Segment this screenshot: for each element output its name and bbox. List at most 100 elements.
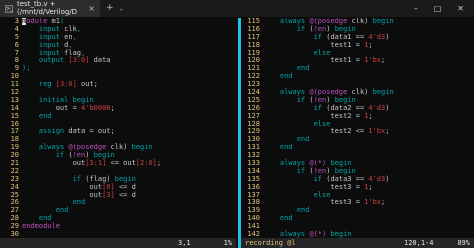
code-token: always — [38, 143, 65, 152]
line-code: end — [263, 143, 293, 152]
tab-dropdown-button[interactable]: ⌄ — [120, 5, 124, 13]
code-token: flag — [59, 48, 82, 57]
minimize-button[interactable]: – — [414, 4, 418, 13]
code-token: if — [296, 95, 306, 104]
code-token: input — [38, 24, 60, 33]
line-code: output [3:0] data — [22, 57, 111, 65]
code-token: end — [296, 135, 310, 144]
line-number: 142 — [247, 230, 260, 238]
close-window-button[interactable]: ✕ — [457, 4, 464, 13]
code-token: end — [296, 64, 310, 73]
code-line[interactable]: 131 end — [241, 143, 474, 152]
code-token: (data3 == — [322, 174, 369, 183]
code-line[interactable]: 29 endmodule — [0, 222, 236, 231]
tab-close-button[interactable]: × — [88, 4, 95, 13]
terminal-tab[interactable]: >_ test_tb.v + (/mnt/d/Verilog/D × — [0, 0, 100, 17]
line-code: ); — [22, 64, 30, 73]
code-token: if — [313, 174, 323, 183]
code-line[interactable]: 17 assign data = out; — [0, 128, 236, 136]
new-tab-button[interactable]: + — [106, 3, 114, 13]
title-bar: >_ test_tb.v + (/mnt/d/Verilog/D × + ⌄ –… — [0, 0, 474, 17]
code-token: begin — [330, 159, 352, 168]
line-code: assign data = out; — [22, 128, 115, 136]
code-token: if — [72, 174, 82, 183]
code-token: assign — [38, 127, 65, 136]
code-token: ; — [381, 198, 386, 207]
code-token: [3] — [102, 190, 115, 199]
code-token: [3:1] — [85, 159, 107, 168]
line-number: 30 — [10, 230, 19, 238]
code-token: input — [38, 48, 60, 57]
code-token: out — [22, 190, 103, 199]
line-code: reg [3:0] out; — [22, 80, 98, 89]
code-token: clk) — [347, 88, 373, 97]
code-token: (data1 == — [322, 32, 369, 41]
code-token: ) — [85, 151, 94, 160]
code-token: if — [313, 103, 323, 112]
code-line[interactable]: 140 end — [241, 214, 474, 223]
code-token: [2:0] — [135, 159, 157, 168]
code-token: 1'bx — [364, 56, 382, 65]
terminal-icon: >_ — [5, 4, 13, 13]
code-token: ( — [305, 24, 314, 33]
code-token: @(*) — [309, 230, 327, 238]
code-line[interactable]: 122 end — [241, 72, 474, 81]
code-token: ) — [326, 166, 335, 175]
left-editor-pane[interactable]: 3 module m1(4 input clk, 5 input en, 6 inpu… — [0, 18, 236, 238]
code-line[interactable]: 21 out[3:1] <= out[2:0]; — [0, 159, 236, 168]
code-token: begin — [131, 143, 153, 152]
code-token: end — [279, 72, 293, 81]
code-line[interactable]: 8 output [3:0] data — [0, 57, 236, 65]
code-token: end — [38, 111, 52, 120]
code-token: test3 = — [263, 198, 365, 207]
code-token: test1 = — [263, 56, 365, 65]
right-editor-pane[interactable]: 115 always @(posedge clk) begin 116 if (!… — [241, 18, 474, 238]
code-token: out — [22, 159, 86, 168]
code-token: !en — [313, 166, 327, 175]
code-token: end — [55, 206, 69, 215]
code-token: ) — [385, 32, 390, 41]
code-token: ; — [381, 56, 386, 65]
code-token: test3 = — [263, 182, 365, 191]
code-token: data = out; — [64, 127, 115, 136]
code-line[interactable]: 15 end — [0, 111, 236, 121]
code-token: !en — [313, 24, 327, 33]
code-token: ; — [156, 159, 162, 168]
code-line[interactable]: 9); — [0, 64, 236, 73]
code-token: !en — [72, 151, 86, 160]
scroll-percent: 89% — [457, 239, 470, 247]
code-token: (flag) — [81, 174, 115, 183]
maximize-button[interactable]: □ — [434, 4, 442, 13]
code-line[interactable]: 11 reg [3:0] out; — [0, 80, 236, 89]
code-token: 4'd3 — [368, 32, 386, 41]
line-code: out[3:1] <= out[2:0]; — [22, 159, 162, 168]
code-token: test2 <= — [263, 127, 369, 136]
cursor-position: 3,1 — [178, 239, 191, 247]
code-token: begin — [372, 18, 394, 25]
tab-title: test_tb.v + (/mnt/d/Verilog/D — [17, 0, 78, 16]
code-token: ) — [385, 103, 390, 112]
code-token: input — [38, 32, 60, 41]
code-token: always — [279, 159, 306, 168]
code-token: <= out — [106, 159, 136, 168]
code-token: ( — [305, 95, 314, 104]
code-token: else — [313, 190, 331, 199]
code-token: , — [68, 40, 73, 49]
code-token: clk — [59, 24, 77, 33]
code-token: , — [81, 48, 86, 57]
code-token: begin — [72, 95, 94, 104]
code-token: end — [296, 206, 310, 215]
